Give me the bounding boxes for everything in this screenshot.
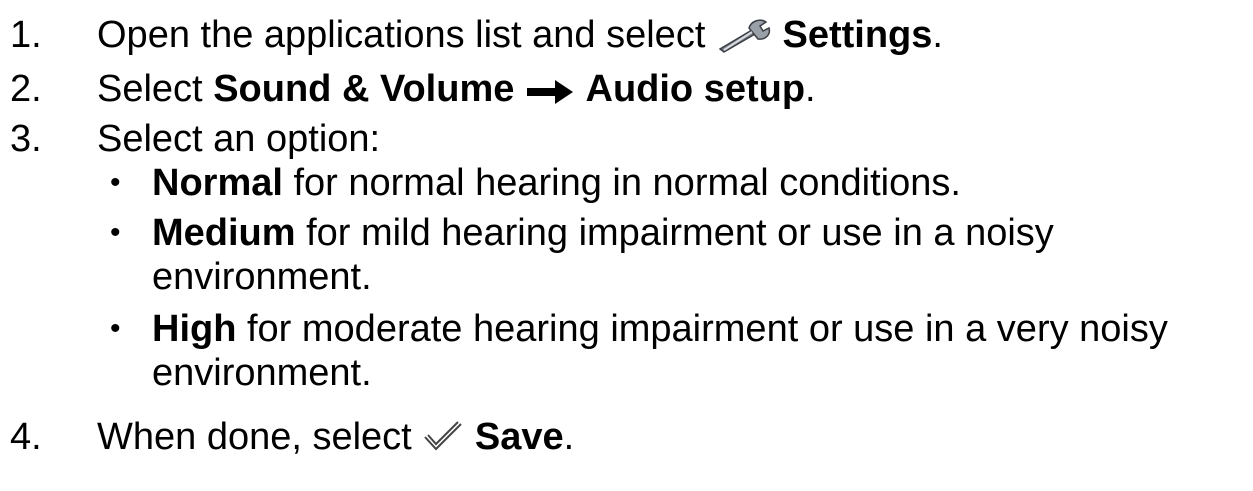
bullet: • xyxy=(110,166,121,199)
step-text: Open the applications list and select Se… xyxy=(97,12,943,64)
sound-volume-label: Sound & Volume xyxy=(213,68,515,110)
option-title: Normal xyxy=(152,162,283,204)
step-number: 3. xyxy=(10,118,42,160)
wrench-icon xyxy=(716,18,772,64)
bullet: • xyxy=(110,312,121,345)
bullet: • xyxy=(110,216,121,249)
step-text: When done, select Save. xyxy=(97,414,574,466)
option-title: Medium xyxy=(152,212,296,254)
step-number: 4. xyxy=(10,416,42,458)
step-text: Select an option: xyxy=(97,118,381,160)
checkmark-icon xyxy=(422,420,464,466)
settings-label: Settings xyxy=(782,14,933,56)
step-1-text: Open the applications list and select xyxy=(97,14,706,56)
option-title: High xyxy=(152,308,237,350)
step-text: Select Sound & Volume Audio setup. xyxy=(97,66,816,118)
save-label: Save xyxy=(474,416,564,458)
audio-setup-label: Audio setup xyxy=(585,68,806,110)
step-number: 2. xyxy=(10,68,42,110)
step-number: 1. xyxy=(10,14,42,56)
arrow-right-icon xyxy=(525,72,575,118)
